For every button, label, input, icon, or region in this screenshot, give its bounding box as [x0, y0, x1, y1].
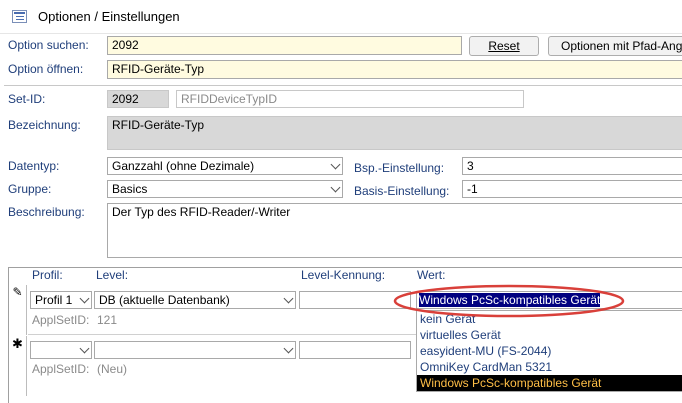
- reset-button[interactable]: Reset: [469, 36, 539, 56]
- applsetid-value-new: (Neu): [97, 362, 128, 376]
- chevron-down-icon[interactable]: [331, 161, 340, 170]
- profil-value: Profil 1: [35, 293, 73, 307]
- applsetid-label-new: ApplSetID:: [32, 362, 90, 376]
- wert-dropdown-options: kein Gerät virtuelles Gerät easyident-MU…: [417, 311, 682, 391]
- chevron-down-icon[interactable]: [80, 345, 89, 354]
- profil-combo[interactable]: Profil 1: [30, 291, 92, 309]
- chevron-down-icon[interactable]: [284, 295, 293, 304]
- new-record-icon: ✱: [12, 336, 23, 351]
- bsp-einstellung-field[interactable]: 3: [462, 157, 682, 175]
- basis-einstellung-label: Basis-Einstellung:: [354, 184, 450, 198]
- datentyp-value: Ganzzahl (ohne Dezimale): [112, 159, 255, 173]
- option-search-label: Option suchen:: [8, 38, 89, 52]
- level-value: DB (aktuelle Datenbank): [99, 293, 230, 307]
- window-title: Optionen / Einstellungen: [38, 9, 180, 24]
- profil-combo-new[interactable]: [30, 341, 92, 359]
- set-id-field: 2092: [107, 90, 169, 108]
- bezeichnung-field: RFID-Geräte-Typ: [107, 116, 682, 150]
- applsetid-label: ApplSetID:: [32, 313, 90, 327]
- chevron-down-icon[interactable]: [80, 295, 89, 304]
- col-header-level: Level:: [96, 268, 129, 282]
- beschreibung-label: Beschreibung:: [8, 205, 85, 219]
- col-header-wert: Wert:: [417, 268, 446, 282]
- chevron-down-icon[interactable]: [284, 345, 293, 354]
- col-header-profil: Profil:: [32, 268, 63, 282]
- option-search-input[interactable]: 2092: [107, 36, 462, 55]
- divider: [4, 85, 682, 86]
- datentyp-combo[interactable]: Ganzzahl (ohne Dezimale): [107, 157, 343, 175]
- beschreibung-field[interactable]: Der Typ des RFID-Reader/-Writer: [107, 203, 682, 258]
- basis-einstellung-field[interactable]: -1: [462, 180, 682, 198]
- dropdown-option-selected[interactable]: Windows PcSc-kompatibles Gerät: [417, 375, 682, 391]
- dropdown-option[interactable]: easyident-MU (FS-2044): [417, 343, 682, 359]
- gruppe-label: Gruppe:: [8, 182, 52, 196]
- level-combo[interactable]: DB (aktuelle Datenbank): [94, 291, 296, 309]
- option-open-label: Option öffnen:: [8, 62, 84, 76]
- record-selector-new[interactable]: ✱: [9, 336, 27, 396]
- applsetid-value: 121: [97, 313, 118, 327]
- options-with-path-button[interactable]: Optionen mit Pfad-Ang: [548, 36, 682, 56]
- set-name-field: RFIDDeviceTypID: [176, 90, 524, 108]
- chevron-down-icon[interactable]: [331, 184, 340, 193]
- dropdown-option[interactable]: OmniKey CardMan 5321: [417, 359, 682, 375]
- level-combo-new[interactable]: [94, 341, 296, 359]
- dropdown-option[interactable]: virtuelles Gerät: [417, 327, 682, 343]
- gruppe-value: Basics: [112, 182, 148, 196]
- record-selector-edit[interactable]: ✎: [9, 285, 27, 335]
- col-header-level-kennung: Level-Kennung:: [301, 268, 386, 282]
- highlight-ellipse: [393, 284, 625, 318]
- bezeichnung-label: Bezeichnung:: [8, 118, 81, 132]
- bsp-einstellung-label: Bsp.-Einstellung:: [354, 161, 445, 175]
- form-icon: [12, 10, 27, 23]
- reset-button-label: Reset: [488, 39, 520, 53]
- datentyp-label: Datentyp:: [8, 159, 60, 173]
- set-id-label: Set-ID:: [8, 92, 46, 106]
- option-open-combo[interactable]: RFID-Geräte-Typ: [107, 60, 682, 79]
- level-kennung-field-new[interactable]: [299, 341, 411, 359]
- gruppe-combo[interactable]: Basics: [107, 180, 343, 198]
- pencil-icon: ✎: [12, 285, 23, 299]
